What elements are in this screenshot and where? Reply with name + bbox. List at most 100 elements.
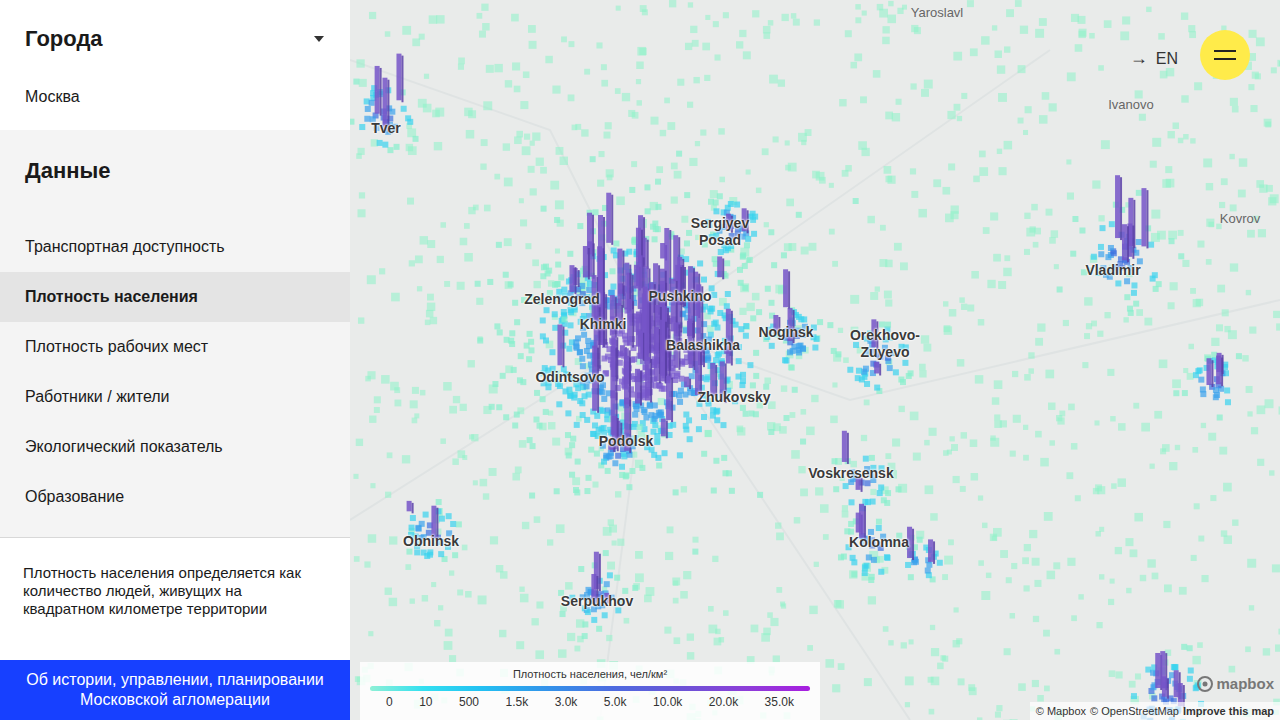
density-cell (992, 25, 997, 30)
density-cell (1098, 251, 1104, 257)
density-cell (1032, 680, 1039, 687)
density-cell (1247, 411, 1252, 416)
density-cell (753, 350, 759, 356)
density-cell (1190, 138, 1195, 143)
density-cell (882, 37, 889, 44)
density-cell (825, 659, 834, 668)
density-cell (1157, 231, 1166, 240)
density-cell (702, 43, 710, 51)
density-cell (683, 571, 691, 579)
density-cell (700, 129, 706, 135)
cities-dropdown[interactable]: Города (25, 26, 325, 52)
density-cell (540, 333, 546, 339)
density-cell (1115, 280, 1121, 286)
density-cell (885, 299, 892, 306)
density-cell (876, 525, 882, 531)
density-cell (364, 561, 370, 567)
density-cell (914, 27, 921, 34)
data-item[interactable]: Транспортная доступность (0, 222, 350, 272)
density-cell (652, 416, 658, 422)
density-cell (1166, 179, 1175, 188)
density-cell (782, 357, 788, 363)
density-cell (868, 577, 874, 583)
density-cell (552, 438, 560, 446)
density-cell (705, 15, 710, 20)
density-cell (1104, 20, 1112, 28)
density-cell (710, 413, 716, 419)
density-cell (713, 208, 719, 214)
density-cell (560, 157, 568, 165)
density-cell (1160, 448, 1166, 454)
density-cell (689, 373, 695, 379)
density-cell (1168, 302, 1175, 309)
density-cell (566, 452, 572, 458)
data-item[interactable]: Плотность рабочих мест (0, 322, 350, 372)
density-cell (483, 493, 489, 499)
density-cell (468, 207, 475, 214)
density-cell (1164, 584, 1172, 592)
density-cell (601, 396, 607, 402)
density-cell (581, 332, 587, 338)
density-cell (577, 349, 583, 355)
density-cell (746, 303, 754, 311)
data-item[interactable]: Экологический показатель (0, 422, 350, 472)
density-cell (736, 358, 742, 364)
density-cell (552, 325, 558, 331)
density-cell (753, 373, 759, 379)
density-cell (817, 319, 823, 325)
density-cell (1109, 221, 1115, 227)
density-cell (592, 482, 598, 488)
data-item[interactable]: Работники / жители (0, 372, 350, 422)
density-cell (888, 1, 893, 6)
density-cell (477, 338, 483, 344)
density-cell (438, 605, 443, 610)
density-cell (884, 291, 892, 299)
density-cell (599, 151, 605, 157)
density-cell (722, 470, 728, 476)
density-cell (720, 422, 726, 428)
density-cell (1098, 65, 1104, 71)
density-cell (567, 251, 573, 257)
density-cell (530, 443, 536, 449)
density-cell (655, 455, 661, 461)
density-cell (768, 20, 773, 25)
density-cell (960, 486, 966, 492)
density-cell (717, 193, 723, 199)
density-cell (743, 51, 751, 59)
density-cell (1004, 141, 1013, 150)
density-cell (1104, 312, 1110, 318)
density-cell (969, 687, 977, 695)
density-cell (894, 243, 902, 251)
density-cell (687, 633, 694, 640)
density-cell (514, 319, 520, 325)
density-cell (998, 93, 1007, 102)
density-cell (575, 124, 581, 130)
city-item[interactable]: Москва (25, 88, 325, 106)
density-cell (723, 12, 729, 18)
density-cell (605, 122, 612, 129)
data-item[interactable]: Плотность населения (0, 272, 350, 322)
density-cell (527, 437, 533, 443)
density-cell (1230, 263, 1238, 271)
density-cell (892, 113, 900, 121)
density-cell (684, 240, 690, 246)
density-cell (866, 554, 872, 560)
density-cell (999, 167, 1007, 175)
density-cell (577, 349, 583, 355)
density-cell (410, 598, 415, 603)
about-link[interactable]: Об истории, управлении, планировании Мос… (0, 660, 350, 720)
density-cell (1020, 26, 1028, 34)
density-cell (1249, 605, 1254, 610)
density-cell (919, 370, 926, 377)
data-item[interactable]: Образование (0, 472, 350, 522)
density-cell (800, 346, 806, 352)
density-cell (993, 254, 1001, 262)
density-cell (838, 328, 843, 333)
density-cell (540, 396, 546, 402)
density-cell (902, 5, 907, 10)
density-cell (543, 409, 549, 415)
density-cell (778, 79, 785, 86)
density-cell (950, 436, 955, 441)
map[interactable]: YaroslavlIvanovoKovrovVladimirTverSergiy… (350, 0, 1280, 720)
density-cell (647, 402, 653, 408)
